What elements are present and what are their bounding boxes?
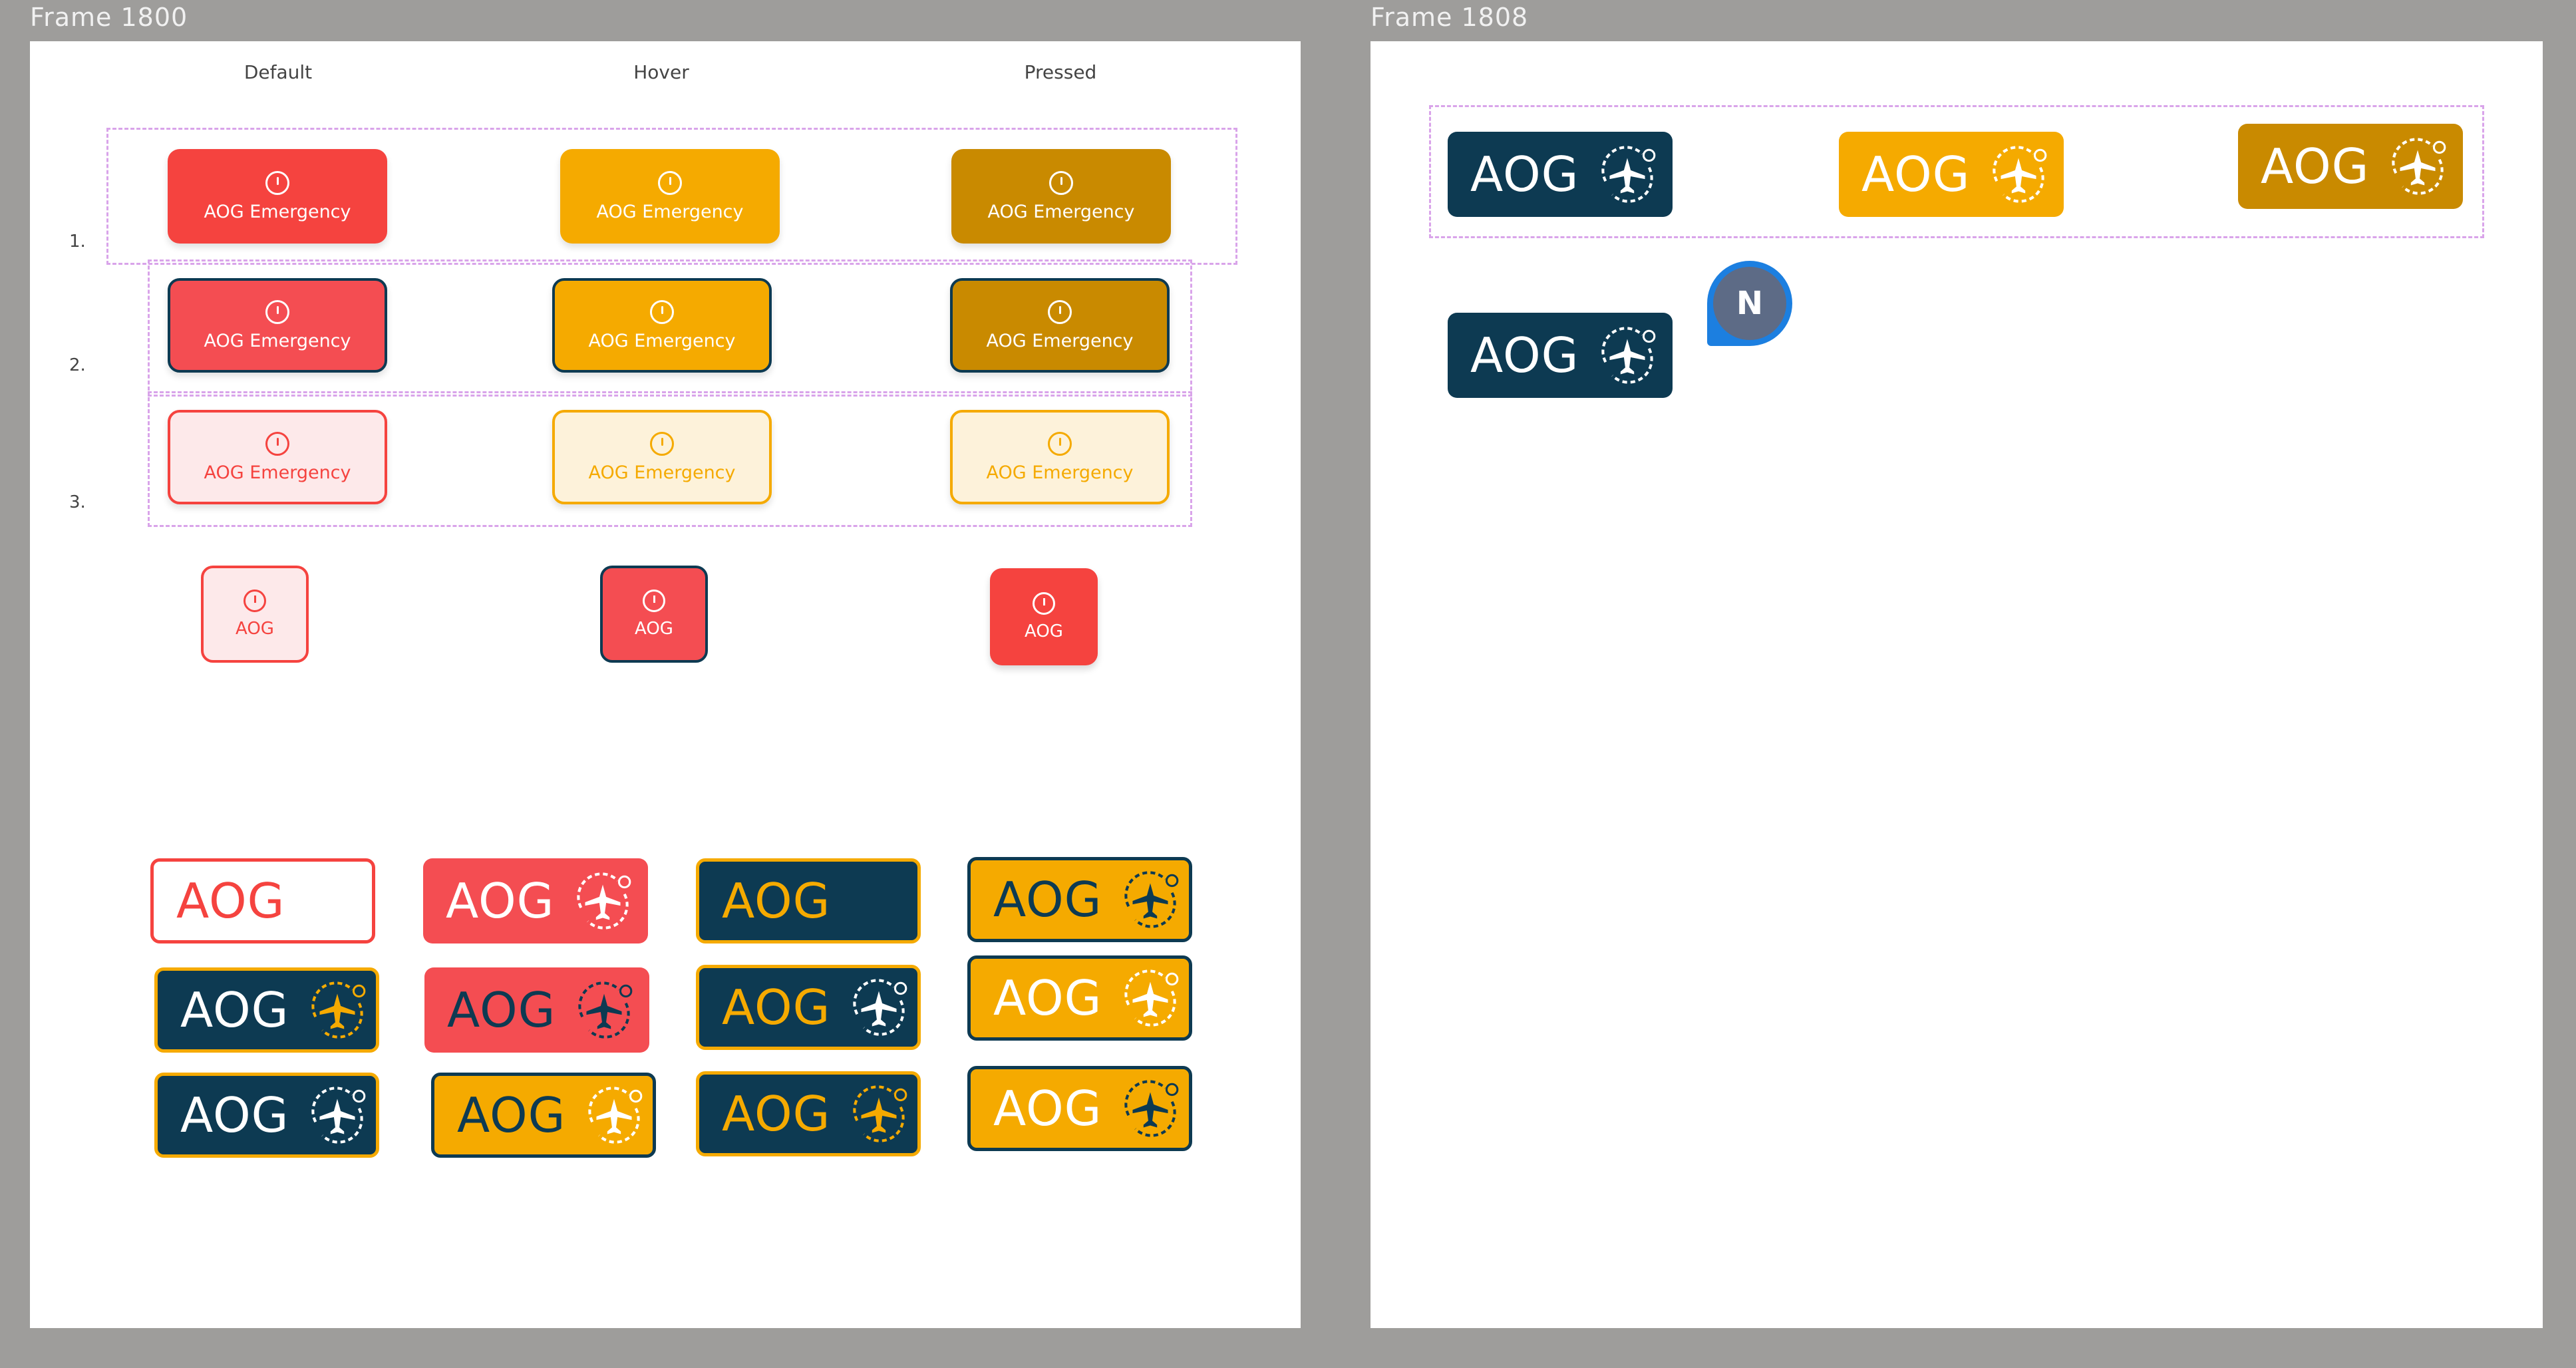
alert-icon — [1048, 299, 1072, 324]
aog-badge-navy-amber[interactable]: AOG — [696, 965, 921, 1050]
button-label: AOG — [635, 619, 673, 639]
row-number-1: 1. — [69, 232, 86, 252]
button-label: AOG Emergency — [588, 462, 736, 483]
badge-label: AOG — [722, 1086, 831, 1142]
badge-label: AOG — [180, 982, 289, 1038]
aog-badge-navy-text-only[interactable]: AOG — [696, 858, 921, 943]
aog-badge-red[interactable]: AOG — [423, 858, 648, 943]
button-label: AOG Emergency — [204, 201, 351, 222]
aog-badge-navy-amber-icon[interactable]: AOG — [154, 967, 379, 1053]
airplane-cycle-icon — [2384, 132, 2452, 200]
aog-badge-variant-dark-amber[interactable]: AOG — [2238, 124, 2463, 209]
airplane-cycle-icon — [580, 1081, 648, 1149]
column-label-default: Default — [243, 61, 313, 83]
button-label: AOG Emergency — [987, 201, 1135, 222]
column-label-pressed: Pressed — [1024, 61, 1097, 83]
aog-badge-red-navy[interactable]: AOG — [424, 967, 649, 1053]
aog-emergency-button-hover-1[interactable]: AOG Emergency — [560, 149, 780, 244]
row-number-2: 2. — [69, 355, 86, 375]
alert-icon — [650, 299, 674, 324]
aog-emergency-button-hover-2[interactable]: AOG Emergency — [552, 278, 772, 373]
alert-icon — [265, 299, 289, 324]
aog-badge-amber-white-2[interactable]: AOG — [967, 1066, 1192, 1151]
badge-label: AOG — [1470, 146, 1579, 202]
aog-emergency-button-pressed-1[interactable]: AOG Emergency — [951, 149, 1171, 244]
button-label: AOG Emergency — [596, 201, 744, 222]
airplane-cycle-icon — [1116, 1075, 1184, 1142]
badge-label: AOG — [446, 873, 555, 929]
button-label: AOG Emergency — [588, 330, 736, 351]
button-label: AOG Emergency — [986, 330, 1134, 351]
alert-icon — [265, 170, 289, 195]
badge-label: AOG — [993, 970, 1102, 1026]
column-label-hover: Hover — [633, 61, 689, 83]
aog-badge-component[interactable]: AOG — [1448, 313, 1673, 398]
alert-icon — [265, 431, 289, 456]
aog-badge-variant-navy[interactable]: AOG — [1448, 132, 1673, 217]
aog-badge-amber-white[interactable]: AOG — [967, 955, 1192, 1041]
aog-emergency-button-default-3[interactable]: AOG Emergency — [168, 410, 387, 504]
frame-label-right[interactable]: Frame 1808 — [1370, 3, 1528, 32]
alert-icon — [658, 170, 682, 195]
badge-label: AOG — [457, 1087, 566, 1143]
alert-icon — [643, 590, 665, 612]
airplane-cycle-icon — [303, 1081, 371, 1149]
aog-badge-outline-red[interactable]: AOG — [150, 858, 375, 943]
airplane-cycle-icon — [569, 867, 637, 935]
aog-badge-navy-amber-2[interactable]: AOG — [696, 1071, 921, 1156]
airplane-cycle-icon — [303, 976, 371, 1044]
alert-icon — [243, 590, 266, 612]
aog-emergency-button-hover-3[interactable]: AOG Emergency — [552, 410, 772, 504]
aog-emergency-button-pressed-3[interactable]: AOG Emergency — [950, 410, 1170, 504]
aog-small-button-pressed[interactable]: AOG — [990, 568, 1098, 665]
aog-badge-navy-white[interactable]: AOG — [154, 1073, 379, 1158]
airplane-cycle-icon — [1116, 866, 1184, 934]
badge-label: AOG — [1861, 146, 1971, 202]
badge-label: AOG — [1470, 327, 1579, 383]
airplane-cycle-icon — [845, 973, 913, 1041]
badge-label: AOG — [993, 1081, 1102, 1136]
aog-emergency-button-default-2[interactable]: AOG Emergency — [168, 278, 387, 373]
aog-badge-amber-navy[interactable]: AOG — [967, 857, 1192, 942]
comment-avatar[interactable]: N — [1707, 261, 1792, 346]
badge-label: AOG — [2261, 138, 2370, 194]
avatar-initial: N — [1713, 267, 1786, 340]
button-label: AOG — [1025, 621, 1063, 641]
alert-icon — [1048, 431, 1072, 456]
badge-label: AOG — [722, 979, 831, 1035]
button-label: AOG Emergency — [986, 462, 1134, 483]
alert-icon — [1033, 592, 1055, 615]
airplane-cycle-icon — [1985, 140, 2052, 208]
badge-label: AOG — [180, 1087, 289, 1143]
alert-icon — [1049, 170, 1073, 195]
badge-label: AOG — [447, 982, 556, 1038]
aog-emergency-button-default-1[interactable]: AOG Emergency — [168, 149, 387, 244]
frame-label-left[interactable]: Frame 1800 — [30, 3, 188, 32]
aog-emergency-button-pressed-2[interactable]: AOG Emergency — [950, 278, 1170, 373]
badge-label: AOG — [176, 873, 285, 929]
aog-badge-variant-amber[interactable]: AOG — [1839, 132, 2064, 217]
aog-small-button-default[interactable]: AOG — [201, 566, 309, 663]
button-label: AOG Emergency — [204, 330, 351, 351]
alert-icon — [650, 431, 674, 456]
badge-label: AOG — [722, 873, 831, 929]
row-number-3: 3. — [69, 492, 86, 512]
airplane-cycle-icon — [1116, 964, 1184, 1032]
button-label: AOG — [236, 619, 274, 639]
aog-small-button-hover[interactable]: AOG — [600, 566, 708, 663]
airplane-cycle-icon — [570, 976, 638, 1044]
airplane-cycle-icon — [1593, 321, 1661, 389]
airplane-cycle-icon — [845, 1080, 913, 1148]
airplane-cycle-icon — [1593, 140, 1661, 208]
badge-label: AOG — [993, 872, 1102, 928]
aog-badge-amber-navy-2[interactable]: AOG — [431, 1073, 656, 1158]
button-label: AOG Emergency — [204, 462, 351, 483]
